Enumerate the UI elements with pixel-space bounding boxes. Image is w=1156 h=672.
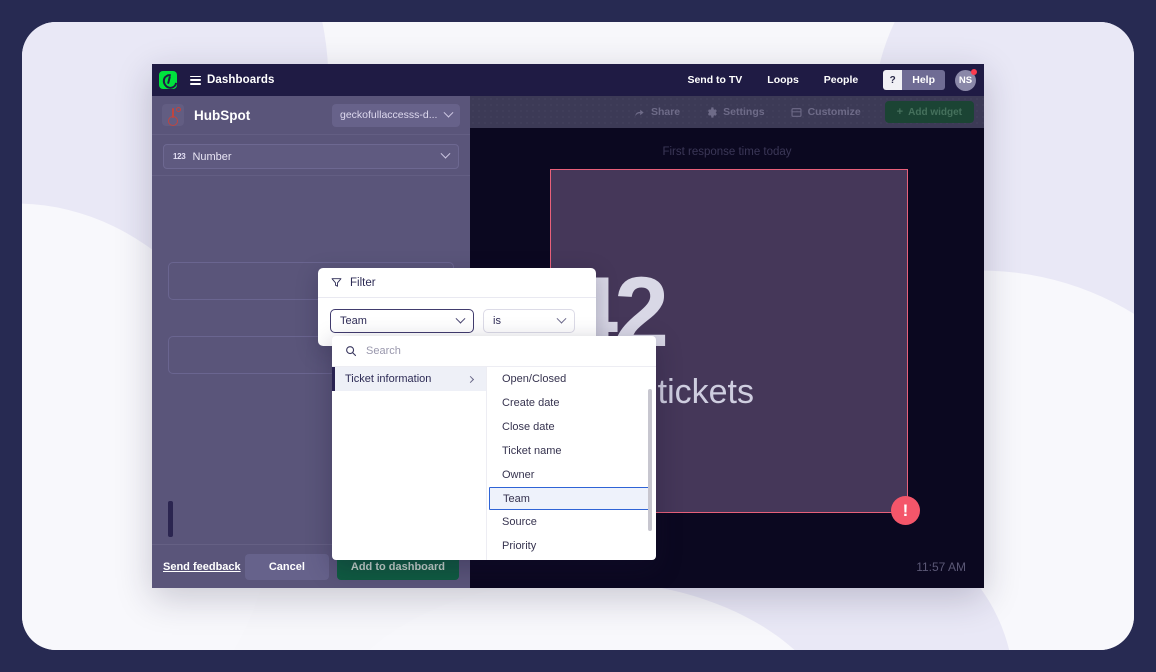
option-item[interactable]: Priority <box>487 534 656 558</box>
dashboard-clock: 11:57 AM <box>916 560 966 574</box>
panel-divider <box>152 175 470 176</box>
chevron-down-icon <box>455 313 466 324</box>
customize-label: Customize <box>807 106 861 118</box>
share-label: Share <box>650 106 681 118</box>
widget-title: First response time today <box>662 146 792 158</box>
option-item[interactable]: Source <box>487 510 656 534</box>
config-accent-bar <box>168 501 173 537</box>
number-type-icon: 123 <box>173 152 186 161</box>
account-select-label: geckofullaccesss-d... <box>340 109 438 121</box>
plus-icon: + <box>896 106 904 118</box>
chevron-right-icon <box>466 375 475 383</box>
category-label: Ticket information <box>345 373 432 385</box>
integration-name: HubSpot <box>194 107 251 123</box>
filter-field-select[interactable]: Team <box>330 309 474 333</box>
hubspot-logo-icon <box>162 104 184 126</box>
dropdown-options-column: Open/Closed Create date Close date Ticke… <box>487 367 656 560</box>
filter-modal-title: Filter <box>350 276 376 289</box>
hamburger-icon[interactable] <box>190 75 201 85</box>
help-question-icon[interactable]: ? <box>883 70 903 90</box>
cancel-button[interactable]: Cancel <box>244 553 329 580</box>
avatar-initials: NS <box>958 74 973 86</box>
dropdown-category-column: Ticket information <box>332 367 487 560</box>
chevron-down-icon <box>443 107 454 118</box>
filter-operator-select[interactable]: is <box>483 309 575 333</box>
top-nav-right-group: Send to TV Loops People ? Help NS <box>687 64 984 96</box>
dashboard-toolbar: Share Settings Customize + Add widget <box>470 96 984 128</box>
nav-link-send-to-tv[interactable]: Send to TV <box>687 74 742 86</box>
share-arrow-icon <box>634 107 645 118</box>
notification-badge <box>971 68 977 75</box>
visualization-type-label: Number <box>192 150 232 163</box>
chevron-down-icon <box>440 148 451 159</box>
hubspot-logo-dot <box>175 106 181 112</box>
layout-icon <box>791 107 802 118</box>
help-group: ? Help <box>883 70 945 90</box>
app-window: Dashboards Send to TV Loops People ? Hel… <box>152 64 984 588</box>
filter-modal-header: Filter <box>318 268 596 298</box>
search-icon <box>345 345 357 357</box>
search-input[interactable] <box>366 345 643 357</box>
help-button[interactable]: Help <box>902 70 945 90</box>
gecko-logo-icon[interactable] <box>159 71 177 89</box>
page-title: Dashboards <box>207 74 275 86</box>
share-button[interactable]: Share <box>634 106 680 118</box>
settings-label: Settings <box>723 106 765 118</box>
dropdown-search-row <box>332 336 656 367</box>
option-item[interactable]: Ticket name <box>487 439 656 463</box>
category-item-ticket-information[interactable]: Ticket information <box>332 367 486 391</box>
account-select[interactable]: geckofullaccesss-d... <box>332 103 460 127</box>
filter-operator-value: is <box>493 315 501 327</box>
avatar[interactable]: NS <box>955 68 977 91</box>
hubspot-panel-header: HubSpot geckofullaccesss-d... <box>152 96 470 135</box>
top-navigation-bar: Dashboards Send to TV Loops People ? Hel… <box>152 64 984 96</box>
add-widget-label: Add widget <box>908 106 962 118</box>
send-feedback-link[interactable]: Send feedback <box>163 561 241 573</box>
filter-modal: Filter Team is <box>318 268 596 346</box>
dropdown-columns: Ticket information Open/Closed Create da… <box>332 367 656 560</box>
add-widget-button[interactable]: + Add widget <box>884 101 974 123</box>
option-item[interactable]: Open/Closed <box>487 367 656 391</box>
settings-button[interactable]: Settings <box>706 106 765 118</box>
filter-funnel-icon <box>331 277 342 288</box>
filter-field-value: Team <box>340 315 367 327</box>
chevron-down-icon <box>556 313 567 324</box>
options-scrollbar[interactable] <box>648 389 652 531</box>
nav-link-people[interactable]: People <box>824 74 858 86</box>
option-item-selected[interactable]: Team <box>489 487 650 510</box>
exclamation-icon[interactable]: ! <box>891 496 920 525</box>
option-item[interactable]: Owner <box>487 463 656 487</box>
nav-link-loops[interactable]: Loops <box>767 74 799 86</box>
customize-button[interactable]: Customize <box>791 106 861 118</box>
filter-field-dropdown: Ticket information Open/Closed Create da… <box>332 336 656 560</box>
option-item[interactable]: Close date <box>487 415 656 439</box>
visualization-type-select[interactable]: 123 Number <box>163 144 459 169</box>
option-item[interactable]: Create date <box>487 391 656 415</box>
gear-icon <box>706 106 718 118</box>
